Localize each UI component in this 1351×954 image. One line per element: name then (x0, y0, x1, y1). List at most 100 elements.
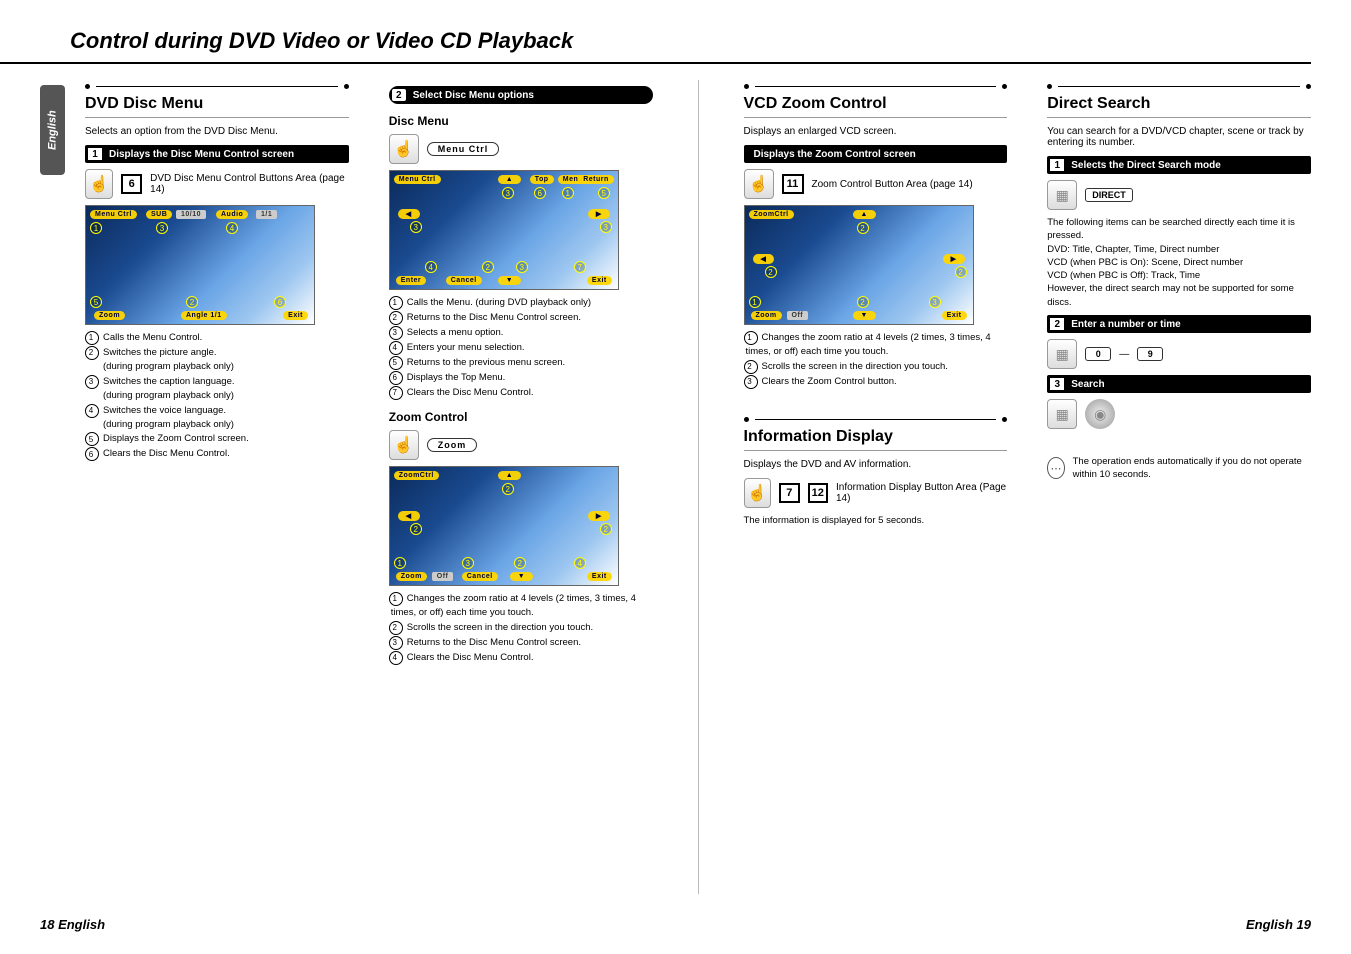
vcd-zoom-screenshot: ZoomCtrl ▲ 2 ◀ 2 ▶ 2 Zoom 1 Off ▼ 2 Exit… (744, 205, 974, 325)
ss-mark-3e: 3 (516, 261, 528, 273)
ss-mark-z2b: 2 (410, 523, 422, 535)
note-item: Clears the Disc Menu Control. (389, 386, 653, 400)
ss-audio[interactable]: Audio (216, 210, 248, 219)
vcd-zoom-title: VCD Zoom Control (744, 95, 1008, 113)
touch-icon: ☝ (85, 169, 113, 199)
ss-up[interactable]: ▲ (498, 175, 521, 184)
ss-down2[interactable]: ▼ (510, 572, 533, 581)
button-area-ref-12: 12 (808, 483, 828, 503)
step-1-label: Displays the Disc Menu Control screen (109, 149, 349, 160)
ss-return[interactable]: Return (578, 175, 614, 184)
ss-menuctrl2[interactable]: Menu Ctrl (394, 175, 441, 184)
step-2-label: Select Disc Menu options (413, 90, 653, 101)
ss-up-vcd[interactable]: ▲ (853, 210, 876, 219)
ss-mark-3c: 3 (410, 221, 422, 233)
ss-exit3[interactable]: Exit (587, 572, 612, 581)
ss-mark-z1: 1 (394, 557, 406, 569)
ss-off: Off (432, 572, 454, 581)
ss-left2[interactable]: ◀ (398, 511, 420, 521)
vcd-button-caption: Zoom Control Button Area (page 14) (812, 179, 973, 190)
ds-step1-bar: 1 Selects the Direct Search mode (1047, 156, 1311, 174)
ss-mark-z2c: 2 (600, 523, 612, 535)
ds-step1-num: 1 (1049, 158, 1065, 172)
note-subtext: (during program playback only) (87, 389, 349, 403)
zoom-notes: Changes the zoom ratio at 4 levels (2 ti… (389, 592, 653, 665)
menu-ctrl-button[interactable]: Menu Ctrl (427, 142, 500, 156)
dvd-disc-menu-desc: Selects an option from the DVD Disc Menu… (85, 126, 349, 137)
ss-exit-vcd[interactable]: Exit (942, 311, 967, 320)
note-item: Calls the Menu Control. (85, 331, 349, 345)
ss-mark-4: 4 (226, 222, 238, 234)
vcd-step-bar: Displays the Zoom Control screen (744, 145, 1008, 163)
note-item: Displays the Top Menu. (389, 371, 653, 385)
ss-right-vcd[interactable]: ▶ (943, 254, 965, 264)
ss-exit2[interactable]: Exit (587, 276, 612, 285)
note-item: Displays the Zoom Control screen. (85, 432, 349, 446)
note-subtext: (during program playback only) (87, 360, 349, 374)
ss-mark-v2b: 2 (765, 266, 777, 278)
ss-left[interactable]: ◀ (398, 209, 420, 219)
footer-right: English 19 (1246, 917, 1311, 932)
disc-menu-screenshot: Menu Ctrl 1 SUB 10/10 3 Audio 1/1 4 Zoom… (85, 205, 315, 325)
ss-cancel2[interactable]: Cancel (462, 572, 498, 581)
ss-mark-z3: 3 (462, 557, 474, 569)
key-0[interactable]: 0 (1085, 347, 1111, 361)
note-item: Changes the zoom ratio at 4 levels (2 ti… (389, 592, 653, 620)
column-2: 2 Select Disc Menu options Disc Menu ☝ M… (389, 80, 653, 894)
ss-mark-z2d: 2 (514, 557, 526, 569)
direct-search-desc: You can search for a DVD/VCD chapter, sc… (1047, 126, 1311, 148)
note-item: Switches the caption language.(during pr… (85, 375, 349, 403)
ss-mark-v2a: 2 (857, 222, 869, 234)
ds-step2-num: 2 (1049, 317, 1065, 331)
key-9[interactable]: 9 (1137, 347, 1163, 361)
zoom-button[interactable]: Zoom (427, 438, 478, 452)
step-2-num: 2 (391, 88, 407, 102)
button-area-ref-7: 7 (779, 483, 799, 503)
language-tab: English (40, 85, 65, 175)
ss-zoom2[interactable]: Zoom (396, 572, 427, 581)
button-area-ref-6: 6 (121, 174, 142, 194)
ss-mark-2b: 2 (482, 261, 494, 273)
ds-step2-bar: 2 Enter a number or time (1047, 315, 1311, 333)
ss-right[interactable]: ▶ (588, 209, 610, 219)
vcd-step-label: Displays the Zoom Control screen (754, 149, 1008, 160)
touch-icon: ☝ (744, 478, 772, 508)
touch-icon: ☝ (389, 134, 419, 164)
ss-angle[interactable]: Angle 1/1 (181, 311, 227, 320)
ss-right2[interactable]: ▶ (588, 511, 610, 521)
ss-zoomctrl[interactable]: ZoomCtrl (394, 471, 439, 480)
footer-left: 18 English (40, 917, 105, 932)
ss-left-vcd[interactable]: ◀ (753, 254, 775, 264)
ss-up2[interactable]: ▲ (498, 471, 521, 480)
ss-enter[interactable]: Enter (396, 276, 426, 285)
step-1-num: 1 (87, 147, 103, 161)
note-item: Returns to the Disc Menu Control screen. (389, 636, 653, 650)
ds-step2-label: Enter a number or time (1071, 319, 1311, 330)
ss-down-vcd[interactable]: ▼ (853, 311, 876, 320)
page-divider (698, 80, 699, 894)
ss-zoom-vcd[interactable]: Zoom (751, 311, 782, 320)
vcd-zoom-notes: Changes the zoom ratio at 4 levels (2 ti… (744, 331, 1008, 389)
ss-top[interactable]: Top (530, 175, 554, 184)
ss-menuctrl[interactable]: Menu Ctrl (90, 210, 137, 219)
ss-sub[interactable]: SUB (146, 210, 172, 219)
ss-zoom[interactable]: Zoom (94, 311, 125, 320)
ds-step1-label: Selects the Direct Search mode (1071, 160, 1311, 171)
ss-down[interactable]: ▼ (498, 276, 521, 285)
note-item: Clears the Disc Menu Control. (389, 651, 653, 665)
note-item: Returns to the previous menu screen. (389, 356, 653, 370)
note-item: Scrolls the screen in the direction you … (389, 621, 653, 635)
column-3: VCD Zoom Control Displays an enlarged VC… (744, 80, 1008, 894)
ss-mark-4b: 4 (425, 261, 437, 273)
ss-exit[interactable]: Exit (283, 311, 308, 320)
direct-button[interactable]: DIRECT (1085, 188, 1133, 202)
ss-zoomctrl-vcd[interactable]: ZoomCtrl (749, 210, 794, 219)
ss-cancel[interactable]: Cancel (446, 276, 482, 285)
note-item: Clears the Zoom Control button. (744, 375, 1008, 389)
note-item: Returns to the Disc Menu Control screen. (389, 311, 653, 325)
ss-mark-v2c: 2 (955, 266, 967, 278)
ds-step3-num: 3 (1049, 377, 1065, 391)
content-area: DVD Disc Menu Selects an option from the… (85, 80, 1311, 894)
ss-audioval: 1/1 (256, 210, 277, 219)
ss-mark-1: 1 (90, 222, 102, 234)
